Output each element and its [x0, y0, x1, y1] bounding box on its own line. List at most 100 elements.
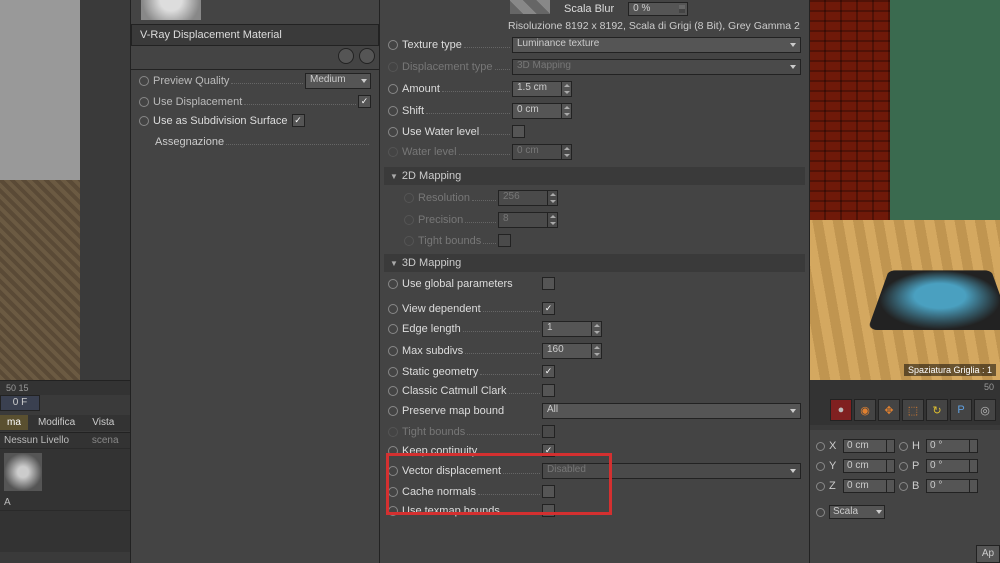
use-displacement-check[interactable]	[358, 95, 371, 108]
timeline-ruler-right[interactable]: 50	[810, 380, 1000, 395]
arrow-icon[interactable]	[359, 48, 375, 64]
list-row[interactable]: A	[0, 495, 130, 511]
preserve-map-row: Preserve map bound All	[380, 400, 809, 422]
use-subdiv-check[interactable]	[292, 114, 305, 127]
bullet-icon[interactable]	[899, 442, 908, 451]
menu-vista[interactable]: Vista	[85, 415, 121, 430]
bullet-icon	[388, 62, 398, 72]
material-thumb[interactable]	[4, 453, 42, 491]
spinner-icon[interactable]	[591, 322, 601, 336]
coord-y-field[interactable]: 0 cm	[843, 459, 895, 473]
section-3d-mapping[interactable]: 3D Mapping	[384, 254, 805, 272]
bullet-icon[interactable]	[899, 482, 908, 491]
bullet-icon[interactable]	[388, 386, 398, 396]
shift-field[interactable]: 0 cm	[512, 103, 572, 119]
bullet-icon[interactable]	[139, 76, 149, 86]
bullet-icon[interactable]	[388, 367, 398, 377]
keep-continuity-label: Keep continuity	[402, 445, 477, 457]
coord-b-field[interactable]: 0 °	[926, 479, 978, 493]
menu-active[interactable]: ma	[0, 415, 28, 430]
bullet-icon[interactable]	[388, 84, 398, 94]
assegnazione-label: Assegnazione	[131, 130, 379, 154]
bullet-icon[interactable]	[388, 324, 398, 334]
coord-z-field[interactable]: 0 cm	[843, 479, 895, 493]
scala-select[interactable]: Scala	[829, 505, 885, 519]
bullet-icon[interactable]	[388, 406, 398, 416]
spinner-icon[interactable]	[561, 82, 571, 96]
target-icon[interactable]: ◉	[854, 399, 876, 421]
bullet-icon[interactable]	[139, 97, 149, 107]
move-icon[interactable]: ✥	[878, 399, 900, 421]
bullet-icon[interactable]	[388, 487, 398, 497]
spinner-icon[interactable]	[561, 104, 571, 118]
material-name-field[interactable]: V-Ray Displacement Material	[131, 24, 379, 46]
amount-field[interactable]: 1.5 cm	[512, 81, 572, 97]
keep-continuity-check[interactable]	[542, 444, 555, 457]
use-water-check[interactable]	[512, 125, 525, 138]
max-subdivs-label: Max subdivs	[402, 345, 463, 357]
texture-type-row: Texture type Luminance texture	[380, 34, 809, 56]
bullet-icon[interactable]	[816, 482, 825, 491]
bullet-icon[interactable]	[388, 466, 398, 476]
catmull-label: Classic Catmull Clark	[402, 385, 507, 397]
cache-normals-check[interactable]	[542, 485, 555, 498]
picker-icon[interactable]	[338, 48, 354, 64]
menu-modifica[interactable]: Modifica	[31, 415, 82, 430]
bullet-icon[interactable]	[388, 446, 398, 456]
precision-label: Precision	[418, 214, 463, 226]
params-icon[interactable]: P	[950, 399, 972, 421]
preserve-map-select[interactable]: All	[542, 403, 801, 419]
coord-p-field[interactable]: 0 °	[926, 459, 978, 473]
bullet-icon[interactable]	[388, 40, 398, 50]
scala-blur-field[interactable]: 0 %	[628, 2, 688, 16]
vector-disp-select[interactable]: Disabled	[542, 463, 801, 479]
bullet-icon[interactable]	[139, 116, 149, 126]
bullet-icon[interactable]	[388, 304, 398, 314]
apply-button[interactable]: Ap	[976, 545, 1000, 563]
bullet-icon[interactable]	[816, 508, 825, 517]
bullet-icon[interactable]	[388, 506, 398, 516]
tight-bounds-2d-check	[498, 234, 511, 247]
viewport-right[interactable]: Spaziatura Griglia : 1	[810, 0, 1000, 380]
timecode-field[interactable]: 0 F	[0, 395, 40, 411]
rotate-icon[interactable]: ↻	[926, 399, 948, 421]
texture-thumb-icon[interactable]	[510, 0, 550, 14]
spinner-icon[interactable]	[591, 344, 601, 358]
use-displacement-row: Use Displacement	[131, 92, 379, 111]
bullet-icon[interactable]	[388, 127, 398, 137]
bullet-icon[interactable]	[388, 106, 398, 116]
edge-length-field[interactable]: 1	[542, 321, 602, 337]
max-subdivs-field[interactable]: 160	[542, 343, 602, 359]
static-geometry-check[interactable]	[542, 365, 555, 378]
cache-normals-label: Cache normals	[402, 486, 476, 498]
list-row[interactable]: Nessun Livello scena	[0, 433, 130, 449]
coord-h-field[interactable]: 0 °	[926, 439, 978, 453]
resolution-row: Resolution 256	[380, 187, 809, 209]
coord-x-field[interactable]: 0 cm	[843, 439, 895, 453]
texture-type-select[interactable]: Luminance texture	[512, 37, 801, 53]
catmull-check[interactable]	[542, 384, 555, 397]
bullet-icon[interactable]	[388, 279, 398, 289]
record-icon[interactable]: ●	[830, 399, 852, 421]
displacement-settings-panel: Scala Blur 0 % Risoluzione 8192 x 8192, …	[380, 0, 810, 563]
scale-icon[interactable]: ⬚	[902, 399, 924, 421]
spinner-icon	[547, 191, 557, 205]
view-dependent-check[interactable]	[542, 302, 555, 315]
viewport-brick-wall	[810, 0, 890, 220]
bullet-icon[interactable]	[388, 346, 398, 356]
preview-quality-select[interactable]: Medium	[305, 73, 371, 89]
section-2d-mapping[interactable]: 2D Mapping	[384, 167, 805, 185]
bullet-icon[interactable]	[899, 462, 908, 471]
extra-icon[interactable]: ◎	[974, 399, 996, 421]
tight-bounds-2d-label: Tight bounds	[418, 235, 481, 247]
use-global-check[interactable]	[542, 277, 555, 290]
bullet-icon[interactable]	[816, 442, 825, 451]
viewport-left	[0, 0, 80, 380]
bullet-icon[interactable]	[816, 462, 825, 471]
material-preview-thumb[interactable]	[141, 0, 201, 20]
max-subdivs-row: Max subdivs 160	[380, 340, 809, 362]
use-texmap-check[interactable]	[542, 504, 555, 517]
timeline-ruler-left[interactable]: 50 15	[0, 380, 130, 395]
amount-row: Amount 1.5 cm	[380, 78, 809, 100]
resolution-label: Resolution	[418, 192, 470, 204]
